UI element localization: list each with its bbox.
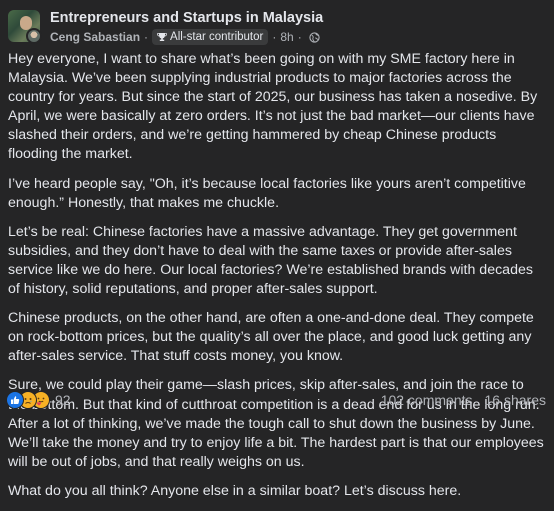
separator-dot: ·: [297, 30, 302, 44]
group-name-link[interactable]: Entrepreneurs and Startups in Malaysia: [50, 10, 323, 26]
post-paragraph: What do you all think? Anyone else in a …: [8, 482, 462, 499]
globe-icon[interactable]: [309, 31, 320, 43]
comments-count-link[interactable]: 102 comments: [381, 392, 473, 408]
reactions-summary[interactable]: 92: [6, 391, 71, 409]
post-meta: Ceng Sabastian · All-star contributor · …: [50, 29, 320, 45]
separator-dot: ·: [144, 30, 149, 44]
contributor-badge-label: All-star contributor: [170, 31, 264, 43]
separator-dot: ·: [272, 30, 277, 44]
like-icon: [6, 391, 24, 409]
post-paragraph: Chinese products, on the other hand, are…: [8, 310, 534, 365]
post-paragraph: Hey everyone, I want to share what’s bee…: [8, 51, 538, 163]
post-paragraph: I’ve heard people say, "Oh, it’s because…: [8, 175, 526, 211]
shares-count-link[interactable]: 16 shares: [485, 392, 546, 408]
post-card: Entrepreneurs and Startups in Malaysia C…: [0, 0, 554, 499]
reaction-count[interactable]: 92: [55, 392, 71, 408]
author-name-link[interactable]: Ceng Sabastian: [50, 30, 140, 44]
post-paragraph: Let’s be real: Chinese factories have a …: [8, 223, 533, 298]
trophy-icon: [157, 33, 167, 41]
post-time-link[interactable]: 8h: [280, 30, 293, 44]
author-avatar[interactable]: [26, 28, 42, 44]
post-header: Entrepreneurs and Startups in Malaysia C…: [8, 8, 546, 48]
post-footer: 92 102 comments 16 shares: [6, 391, 546, 409]
post-body: Hey everyone, I want to share what’s bee…: [8, 50, 544, 511]
contributor-badge[interactable]: All-star contributor: [152, 29, 269, 45]
